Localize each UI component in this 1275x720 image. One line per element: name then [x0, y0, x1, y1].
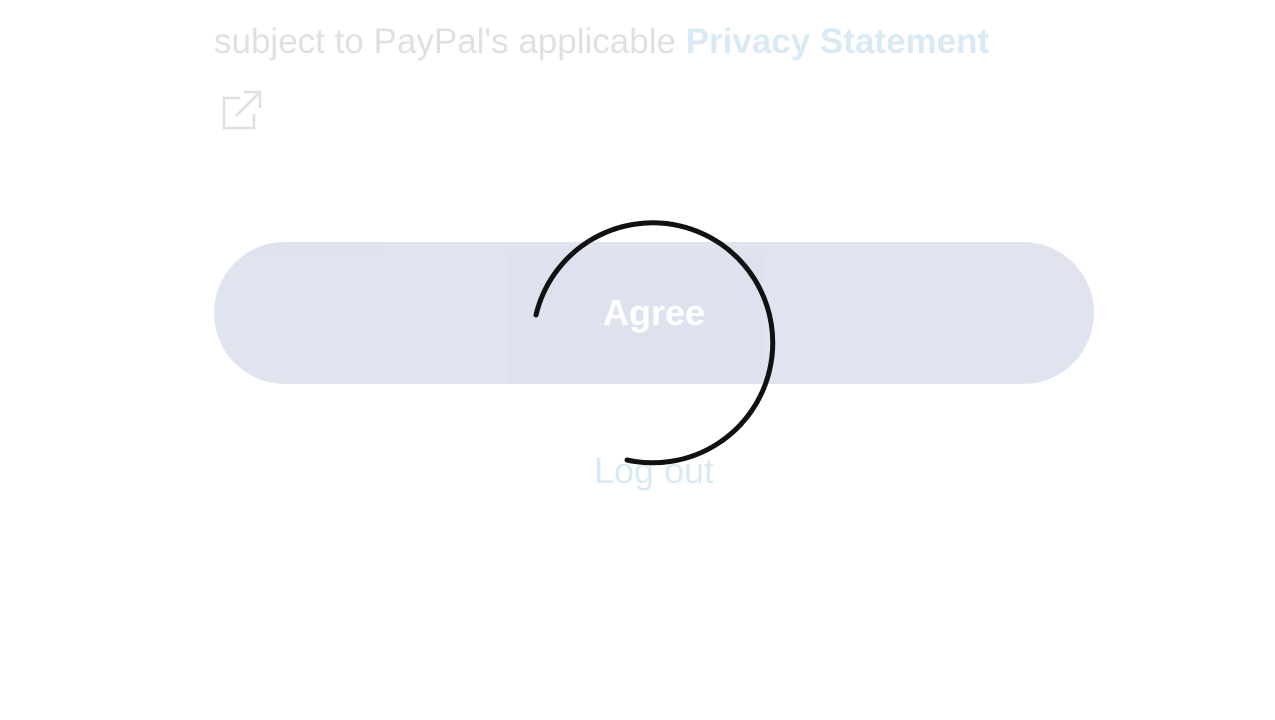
agree-button[interactable]: Agree: [214, 242, 1094, 384]
privacy-statement-link[interactable]: Privacy Statement: [686, 22, 989, 61]
external-link-glyph: [222, 90, 262, 130]
external-link-icon[interactable]: [218, 88, 264, 134]
privacy-consent-text: subject to PayPal's applicable Privacy S…: [214, 20, 1114, 64]
logout-link[interactable]: Log out: [0, 446, 1275, 496]
consent-text-prefix: subject to PayPal's applicable: [214, 22, 686, 61]
dimmed-content: subject to PayPal's applicable Privacy S…: [0, 0, 1275, 720]
consent-page: subject to PayPal's applicable Privacy S…: [0, 0, 1275, 720]
